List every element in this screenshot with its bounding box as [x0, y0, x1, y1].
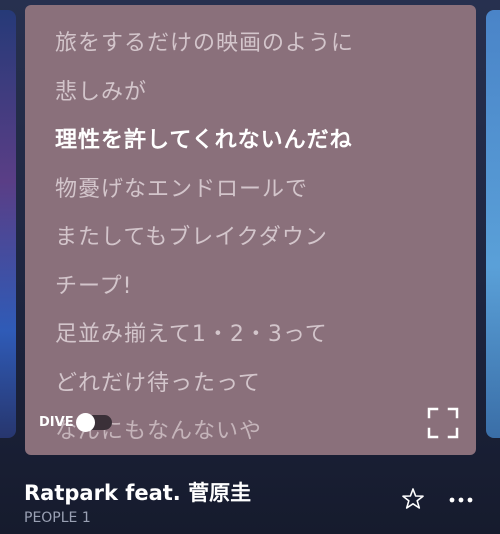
lyric-line[interactable]: 旅をするだけの映画のように: [55, 31, 354, 80]
lyrics-list[interactable]: 旅をするだけの映画のように 悲しみが 理性を許してくれないんだね 物憂げなエンド…: [55, 31, 354, 455]
next-artwork-peek[interactable]: [486, 10, 500, 438]
fullscreen-icon[interactable]: [427, 407, 459, 439]
previous-artwork-peek[interactable]: [0, 10, 16, 438]
lyric-line-current[interactable]: 理性を許してくれないんだね: [55, 128, 354, 177]
artist-name[interactable]: PEOPLE 1: [24, 510, 91, 526]
lyric-line[interactable]: またしてもブレイクダウン: [55, 225, 354, 274]
dive-label: DIVE: [39, 415, 74, 430]
lyric-line[interactable]: 物憂げなエンドロールで: [55, 177, 354, 226]
more-icon[interactable]: [448, 496, 474, 504]
dive-toggle-control[interactable]: DIVE: [39, 413, 112, 432]
lyric-line[interactable]: チープ!: [55, 274, 354, 323]
star-icon[interactable]: [401, 487, 425, 511]
toggle-knob: [75, 413, 95, 432]
lyrics-card: 旅をするだけの映画のように 悲しみが 理性を許してくれないんだね 物憂げなエンド…: [25, 5, 476, 455]
lyric-line[interactable]: 足並み揃えて1・2・3って: [55, 322, 354, 371]
lyric-line[interactable]: 悲しみが: [55, 80, 354, 129]
lyric-line[interactable]: どれだけ待ったって: [55, 371, 354, 420]
dive-toggle[interactable]: [75, 413, 112, 432]
song-title: Ratpark feat. 菅原圭: [24, 481, 252, 505]
